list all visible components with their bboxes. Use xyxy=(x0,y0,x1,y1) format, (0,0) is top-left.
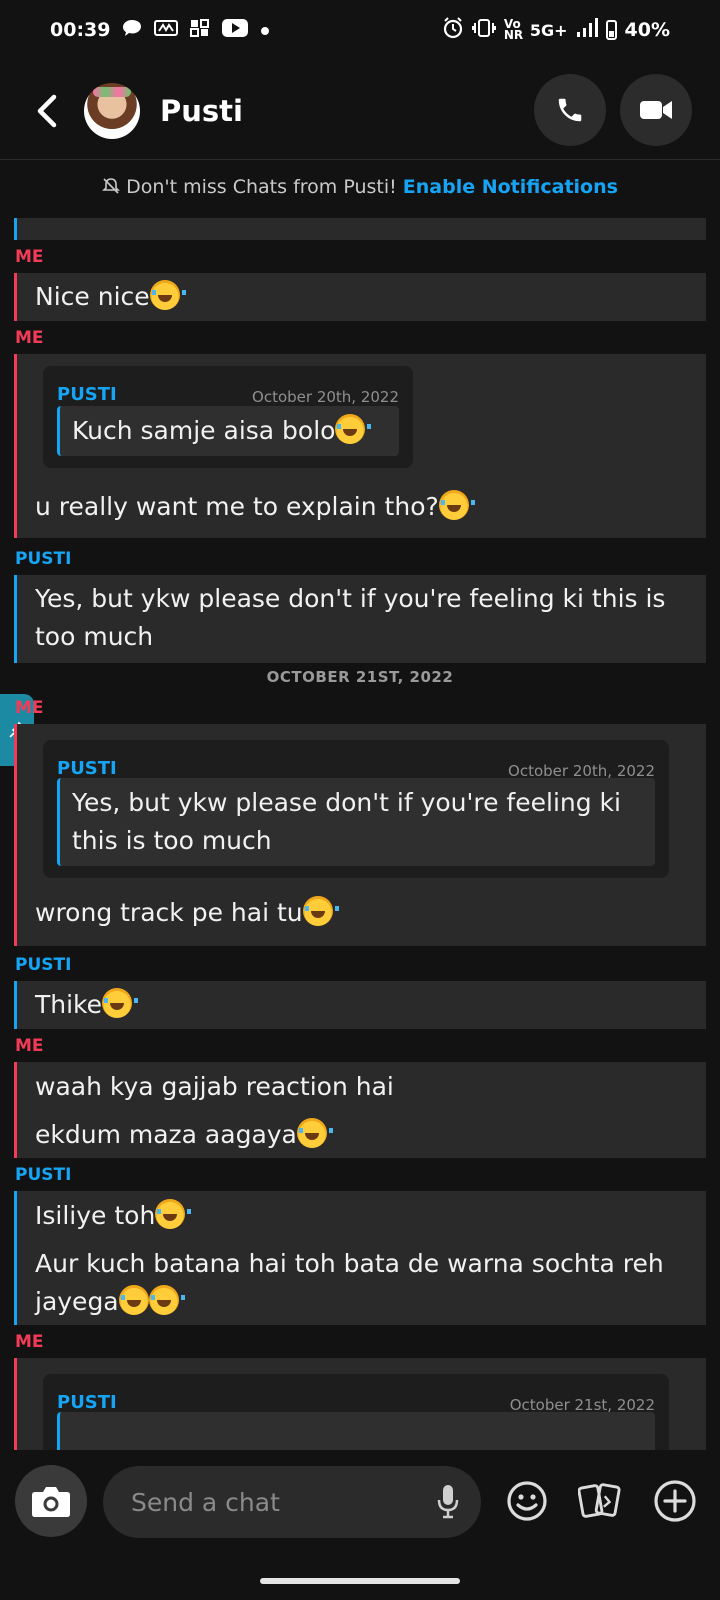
laughing-emoji-icon xyxy=(148,1285,185,1315)
date-separator: OCTOBER 21ST, 2022 xyxy=(266,668,454,686)
enable-notifications-link[interactable]: Enable Notifications xyxy=(403,176,618,198)
sender-label: PUSTI xyxy=(15,549,72,569)
grid-app-icon xyxy=(190,19,210,41)
add-button[interactable] xyxy=(653,1479,697,1523)
message-text-wrap: wrong track pe hai tu xyxy=(35,894,339,932)
alarm-icon xyxy=(442,16,464,44)
sender-label: ME xyxy=(15,698,44,718)
quote-text-box: Yes, but ykw please don't if you're feel… xyxy=(57,778,655,866)
vibrate-icon xyxy=(471,18,496,43)
message-text: u really want me to explain tho? xyxy=(35,492,439,521)
message-text: waah kya gajjab reaction hai xyxy=(35,1072,394,1101)
chat-header: Pusti xyxy=(0,62,720,160)
network-type: 5G+ xyxy=(529,20,568,40)
sender-label: PUSTI xyxy=(15,955,72,975)
microphone-button[interactable] xyxy=(437,1484,459,1524)
quoted-message[interactable]: PUSTI October 20th, 2022 Yes, but ykw pl… xyxy=(43,740,669,878)
message-bubble[interactable]: Isiliye toh Aur kuch batana hai toh bata… xyxy=(14,1191,706,1325)
sender-label: ME xyxy=(15,1332,44,1352)
video-call-button[interactable] xyxy=(620,74,692,146)
signal-icon xyxy=(576,17,598,43)
laughing-emoji-icon xyxy=(335,414,372,444)
app-notification-icon xyxy=(154,19,179,41)
contact-avatar[interactable] xyxy=(84,82,140,139)
notification-banner: Don't miss Chats from Pusti! Enable Noti… xyxy=(0,176,720,198)
cards-button[interactable] xyxy=(578,1479,622,1523)
quote-text-box: Kuch samje aisa bolo xyxy=(57,406,399,456)
message-text: Nice nice xyxy=(35,282,150,311)
notification-text: Don't miss Chats from Pusti! xyxy=(126,176,397,198)
camera-icon xyxy=(32,1487,70,1517)
chat-history[interactable]: ME Nice nice ME PUSTI October 20th, 2022… xyxy=(0,218,720,1450)
phone-icon xyxy=(558,98,582,122)
youtube-icon xyxy=(222,19,249,41)
message-text-wrap: Isiliye toh xyxy=(35,1197,706,1235)
laughing-emoji-icon xyxy=(296,1118,333,1148)
quoted-message[interactable]: PUSTI October 21st, 2022 xyxy=(43,1374,669,1450)
sender-label: ME xyxy=(15,1036,44,1056)
message-text: ekdum maza aagaya xyxy=(35,1120,297,1149)
message-bubble[interactable]: Yes, but ykw please don't if you're feel… xyxy=(14,575,706,663)
quoted-message[interactable]: PUSTI October 20th, 2022 Kuch samje aisa… xyxy=(43,366,413,468)
message-text-wrap: ekdum maza aagaya xyxy=(35,1116,706,1154)
quote-text: Kuch samje aisa bolo xyxy=(72,416,336,445)
composer-bar xyxy=(0,1456,720,1556)
message-bubble-partial xyxy=(14,218,706,240)
laughing-emoji-icon xyxy=(302,896,339,926)
clock: 00:39 xyxy=(50,19,111,41)
quote-text: Yes, but ykw please don't if you're feel… xyxy=(72,788,621,855)
video-camera-icon xyxy=(640,101,672,119)
more-notifications-dot-icon xyxy=(260,21,270,40)
battery-percent: 40% xyxy=(624,19,670,41)
microphone-icon xyxy=(437,1485,459,1519)
laughing-emoji-icon xyxy=(438,490,475,520)
message-bubble[interactable]: PUSTI October 20th, 2022 Yes, but ykw pl… xyxy=(14,724,706,946)
smiley-icon xyxy=(507,1481,547,1521)
status-bar: 00:39 Vo NR 5G+ 40% xyxy=(0,0,720,60)
chat-input[interactable] xyxy=(103,1466,481,1538)
plus-circle-icon xyxy=(654,1480,696,1522)
back-button[interactable] xyxy=(26,91,66,131)
quote-text-box xyxy=(57,1412,655,1450)
voice-call-button[interactable] xyxy=(534,74,606,146)
message-text: Isiliye toh xyxy=(35,1201,156,1230)
volte-label: Vo NR xyxy=(503,17,524,42)
laughing-emoji-icon xyxy=(155,1199,192,1229)
bell-off-icon xyxy=(102,178,120,194)
sender-label: ME xyxy=(15,247,44,267)
message-text-wrap: Aur kuch batana hai toh bata de warna so… xyxy=(35,1245,706,1321)
chevron-left-icon xyxy=(37,94,57,127)
laughing-emoji-icon xyxy=(118,1285,155,1315)
message-bubble[interactable]: PUSTI October 20th, 2022 Kuch samje aisa… xyxy=(14,354,706,538)
message-bubble[interactable]: Nice nice xyxy=(14,273,706,321)
laughing-emoji-icon xyxy=(102,988,139,1018)
battery-icon xyxy=(605,20,617,40)
chat-notification-icon xyxy=(122,19,142,41)
message-bubble[interactable]: waah kya gajjab reaction hai ekdum maza … xyxy=(14,1062,706,1158)
sender-label: PUSTI xyxy=(15,1165,72,1185)
sender-label: ME xyxy=(15,328,44,348)
message-bubble[interactable]: PUSTI October 21st, 2022 xyxy=(14,1358,706,1450)
message-text: Yes, but ykw please don't if you're feel… xyxy=(35,584,666,651)
emoji-button[interactable] xyxy=(505,1479,549,1523)
contact-name[interactable]: Pusti xyxy=(160,94,243,128)
message-text: Thike xyxy=(35,990,103,1019)
laughing-emoji-icon xyxy=(149,280,186,310)
camera-button[interactable] xyxy=(15,1465,87,1537)
message-text-wrap: u really want me to explain tho? xyxy=(35,488,475,526)
message-text: wrong track pe hai tu xyxy=(35,898,303,927)
message-bubble[interactable]: Thike xyxy=(14,981,706,1029)
cards-icon xyxy=(578,1483,621,1518)
home-indicator[interactable] xyxy=(260,1578,460,1584)
